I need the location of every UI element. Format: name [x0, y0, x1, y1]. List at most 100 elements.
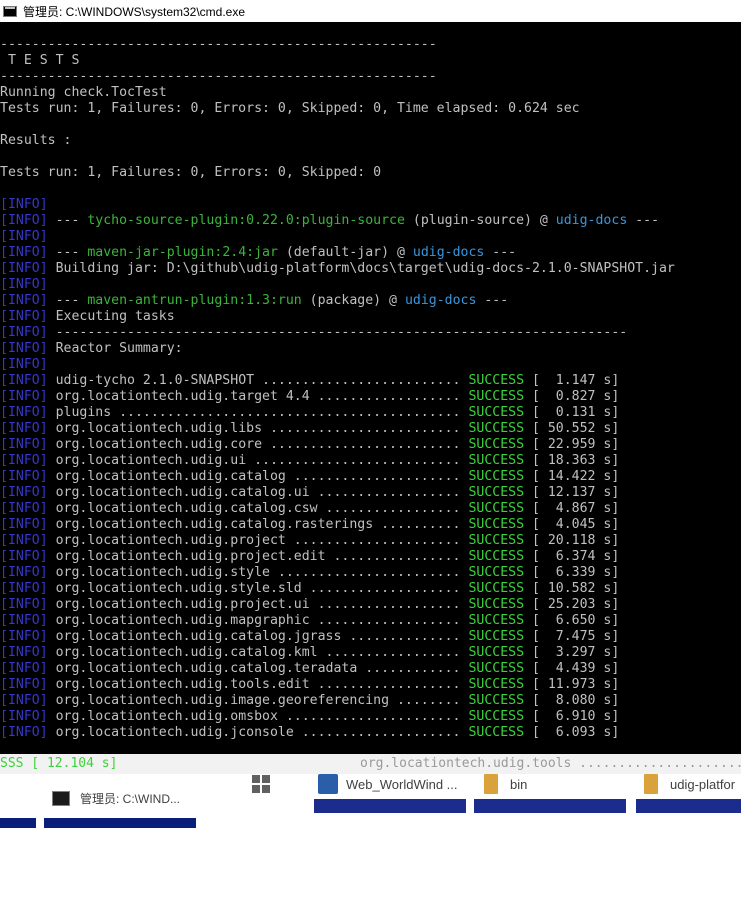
console-line: [INFO] org.locationtech.udig.project ...…: [0, 533, 675, 549]
console-text: (package) @: [301, 293, 405, 308]
console-text: Tests run: 1, Failures: 0, Errors: 0, Sk…: [0, 101, 580, 116]
console-text: plugins ................................…: [47, 405, 469, 420]
console-text: [ 0.827 s]: [524, 389, 620, 404]
console-text: udig-docs: [555, 213, 628, 228]
status-success: SUCCESS: [468, 661, 525, 676]
taskbar-item-udig-platform[interactable]: udig-platfor: [644, 770, 735, 798]
status-success: SUCCESS: [468, 565, 525, 580]
console-text: T E S T S: [0, 53, 80, 68]
log-level-tag: [INFO]: [0, 645, 48, 660]
log-level-tag: [INFO]: [0, 245, 48, 260]
console-text: Running check.TocTest: [0, 85, 167, 100]
console-text: (plugin-source) @: [404, 213, 556, 228]
console-text: [ 22.959 s]: [524, 437, 620, 452]
console-text: [ 0.131 s]: [524, 405, 620, 420]
console-line: [INFO] org.locationtech.udig.catalog ...…: [0, 469, 675, 485]
console-text: org.locationtech.udig.project.edit .....…: [47, 549, 469, 564]
log-level-tag: [INFO]: [0, 293, 48, 308]
webstorm-icon: [318, 774, 338, 794]
console-text: [ 4.867 s]: [524, 501, 620, 516]
console-output[interactable]: ----------------------------------------…: [0, 22, 741, 754]
console-text: [ 6.910 s]: [524, 709, 620, 724]
console-text: [ 1.147 s]: [524, 373, 620, 388]
folder-icon: [644, 774, 658, 794]
console-line: [INFO] org.locationtech.udig.target 4.4 …: [0, 389, 675, 405]
console-text: org.locationtech.udig.catalog.teradata .…: [47, 661, 469, 676]
status-success: SUCCESS: [468, 421, 525, 436]
console-line: [INFO] --- tycho-source-plugin:0.22.0:pl…: [0, 213, 675, 229]
console-line: [INFO] org.locationtech.udig.libs ......…: [0, 421, 675, 437]
log-level-tag: [INFO]: [0, 501, 48, 516]
console-text: udig-tycho 2.1.0-SNAPSHOT ..............…: [47, 373, 469, 388]
log-level-tag: [INFO]: [0, 261, 48, 276]
console-text: Tests run: 1, Failures: 0, Errors: 0, Sk…: [0, 165, 382, 180]
console-text: [ 6.093 s]: [524, 725, 620, 740]
log-level-tag: [INFO]: [0, 437, 48, 452]
status-success: SUCCESS: [468, 549, 525, 564]
task-indicator: [636, 799, 741, 813]
console-text: ---: [47, 245, 88, 260]
console-line: [INFO] Building jar: D:\github\udig-plat…: [0, 261, 675, 277]
status-success: SUCCESS: [468, 469, 525, 484]
taskbar-item-cmd[interactable]: 管理员: C:\WIND...: [52, 784, 180, 812]
console-text: [ 11.973 s]: [524, 677, 620, 692]
log-level-tag: [INFO]: [0, 709, 48, 724]
log-level-tag: [INFO]: [0, 565, 48, 580]
console-line: ----------------------------------------…: [0, 69, 675, 85]
console-text: [ 18.363 s]: [524, 453, 620, 468]
status-success: SUCCESS: [468, 533, 525, 548]
log-level-tag: [INFO]: [0, 405, 48, 420]
console-text: org.locationtech.udig.catalog.rasterings…: [47, 517, 469, 532]
cmd-icon: [3, 5, 17, 17]
console-text: [ 50.552 s]: [524, 421, 620, 436]
console-line: [INFO] org.locationtech.udig.catalog.ui …: [0, 485, 675, 501]
title-bar[interactable]: 管理员: C:\WINDOWS\system32\cmd.exe: [0, 0, 741, 22]
console-text: [ 6.650 s]: [524, 613, 620, 628]
task-indicator: [474, 799, 626, 813]
log-level-tag: [INFO]: [0, 677, 48, 692]
ghost-line: org.locationtech.udig.tools ............…: [360, 756, 741, 771]
console-text: udig-docs: [404, 293, 477, 308]
console-text: ---: [47, 213, 88, 228]
console-text: org.locationtech.udig.ui ...............…: [47, 453, 469, 468]
console-line: Running check.TocTest: [0, 85, 675, 101]
log-level-tag: [INFO]: [0, 469, 48, 484]
console-text: [ 6.374 s]: [524, 549, 620, 564]
console-text: [ 6.339 s]: [524, 565, 620, 580]
console-line: [INFO] org.locationtech.udig.core ......…: [0, 437, 675, 453]
log-level-tag: [INFO]: [0, 277, 48, 292]
log-level-tag: [INFO]: [0, 725, 48, 740]
console-text: udig-docs: [412, 245, 485, 260]
taskbar-item-label: 管理员: C:\WIND...: [80, 791, 180, 806]
start-button[interactable]: [252, 770, 270, 798]
console-text: org.locationtech.udig.tools.edit .......…: [47, 677, 469, 692]
console-text: [ 14.422 s]: [524, 469, 620, 484]
console-line: [INFO] Reactor Summary:: [0, 341, 675, 357]
console-text: tycho-source-plugin:0.22.0:plugin-source: [87, 213, 405, 228]
taskbar-item-bin[interactable]: bin: [484, 770, 527, 798]
console-line: Tests run: 1, Failures: 0, Errors: 0, Sk…: [0, 165, 675, 181]
console-text: Executing tasks: [47, 309, 175, 324]
console-line: [INFO] org.locationtech.udig.catalog.ras…: [0, 517, 675, 533]
log-level-tag: [INFO]: [0, 421, 48, 436]
log-level-tag: [INFO]: [0, 517, 48, 532]
log-level-tag: [INFO]: [0, 549, 48, 564]
status-success: SUCCESS: [468, 373, 525, 388]
console-line: [INFO] org.locationtech.udig.catalog.csw…: [0, 501, 675, 517]
console-line: [INFO]: [0, 357, 675, 373]
console-line: [INFO] ---------------------------------…: [0, 325, 675, 341]
taskbar-item-web-worldwind[interactable]: Web_WorldWind ...: [318, 770, 458, 798]
console-line: [INFO] org.locationtech.udig.project.ui …: [0, 597, 675, 613]
console-line: [INFO] --- maven-jar-plugin:2.4:jar (def…: [0, 245, 675, 261]
console-text: [ 4.045 s]: [524, 517, 620, 532]
console-line: [INFO] org.locationtech.udig.omsbox ....…: [0, 709, 675, 725]
console-text: org.locationtech.udig.omsbox ...........…: [47, 709, 469, 724]
windows-start-icon: [252, 775, 270, 793]
console-text: [ 3.297 s]: [524, 645, 620, 660]
console-text: Building jar: D:\github\udig-platform\do…: [47, 261, 675, 276]
console-line: [INFO]: [0, 229, 675, 245]
console-text: ----------------------------------------…: [47, 325, 628, 340]
console-text: [ 7.475 s]: [524, 629, 620, 644]
console-text: maven-jar-plugin:2.4:jar: [87, 245, 278, 260]
console-line: [INFO] --- maven-antrun-plugin:1.3:run (…: [0, 293, 675, 309]
